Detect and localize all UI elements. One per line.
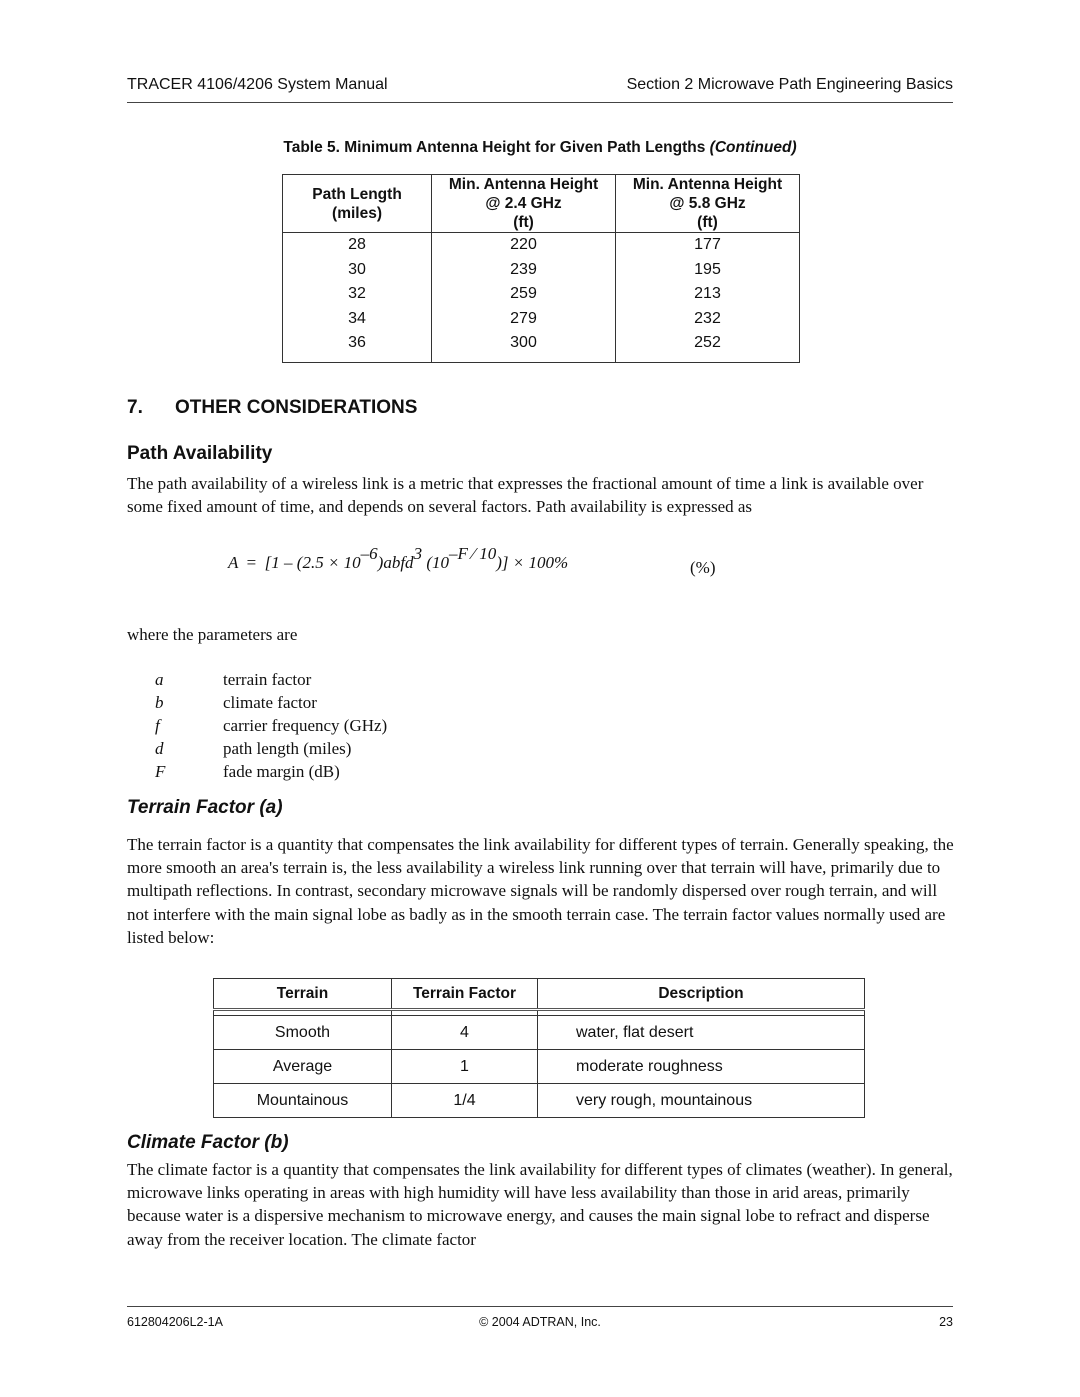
header-height-5-8ghz: Min. Antenna Height @ 5.8 GHz (ft) xyxy=(615,174,800,233)
path-availability-intro: The path availability of a wireless link… xyxy=(127,474,924,517)
parameter-symbol: a xyxy=(155,670,164,689)
header-terrain-factor: Terrain Factor xyxy=(391,978,538,1011)
cell-path-length: 32 xyxy=(281,282,433,307)
formula-equals: = xyxy=(246,553,257,572)
parameter-symbol: F xyxy=(155,762,166,781)
header-line: @ 2.4 GHz xyxy=(485,195,562,212)
cell-factor: 1 xyxy=(391,1049,538,1084)
cell-height-5-8: 177 xyxy=(615,232,800,258)
table-row: Average 1 moderate roughness xyxy=(213,1049,865,1084)
terrain-factor-body: The terrain factor is a quantity that co… xyxy=(127,835,954,947)
cell-height-2-4: 259 xyxy=(431,282,616,307)
cell-terrain: Mountainous xyxy=(213,1083,392,1118)
parameter-item: b climate factor xyxy=(155,691,387,714)
parameter-description: path length (miles) xyxy=(223,739,352,758)
cell-height-2-4: 220 xyxy=(431,232,616,258)
params-intro: where the parameters are xyxy=(127,625,298,644)
cell-description: moderate roughness xyxy=(537,1049,865,1084)
table-header-row: Terrain Terrain Factor Description xyxy=(213,978,865,1011)
parameter-item: d path length (miles) xyxy=(155,737,387,760)
formula-part1: [1 – (2.5 × 10 xyxy=(264,553,361,572)
table-row: Smooth 4 water, flat desert xyxy=(213,1015,865,1050)
cell-terrain: Average xyxy=(213,1049,392,1084)
table-row: 30 239 195 xyxy=(281,257,800,283)
parameter-description: climate factor xyxy=(223,693,317,712)
parameter-list: a terrain factor b climate factor f carr… xyxy=(155,668,387,783)
header-line: (miles) xyxy=(332,204,382,222)
path-availability-heading: Path Availability xyxy=(127,443,273,464)
page-footer: 612804206L2-1A © 2004 ADTRAN, Inc. 23 xyxy=(127,1306,953,1329)
cell-height-2-4: 279 xyxy=(431,306,616,332)
parameter-description: carrier frequency (GHz) xyxy=(223,716,388,735)
header-line: Path Length xyxy=(312,185,402,203)
antenna-height-table: Path Length (miles) Min. Antenna Height … xyxy=(281,174,800,363)
section-heading-text: OTHER CONSIDERATIONS xyxy=(175,397,418,418)
terrain-factor-table: Terrain Terrain Factor Description Smoot… xyxy=(213,978,865,1118)
cell-height-2-4: 300 xyxy=(431,331,616,363)
parameter-description: fade margin (dB) xyxy=(223,762,340,781)
formula-part4: )] × 100% xyxy=(496,553,569,572)
availability-formula: A = [1 – (2.5 × 10–6)abfd3 (10–F ⁄ 10)] … xyxy=(228,544,569,573)
header-description: Description xyxy=(537,978,865,1011)
header-line: (ft) xyxy=(513,214,534,231)
cell-path-length: 34 xyxy=(281,306,433,332)
table5-caption-continued: (Continued) xyxy=(709,139,797,156)
table-row: Mountainous 1/4 very rough, mountainous xyxy=(213,1083,865,1118)
formula-exp1: –6 xyxy=(360,544,378,563)
cell-height-2-4: 239 xyxy=(431,257,616,283)
table5-caption: Table 5. Minimum Antenna Height for Give… xyxy=(0,139,1080,157)
cell-height-5-8: 232 xyxy=(615,306,800,332)
cell-description: very rough, mountainous xyxy=(537,1083,865,1118)
table-row: 32 259 213 xyxy=(281,282,800,307)
section-title: Section 2 Microwave Path Engineering Bas… xyxy=(626,76,953,93)
header-line: Min. Antenna Height xyxy=(448,176,599,193)
parameter-symbol: f xyxy=(155,716,160,735)
formula-part2: )abfd xyxy=(377,553,414,572)
header-height-2-4ghz: Min. Antenna Height @ 2.4 GHz (ft) xyxy=(431,174,616,233)
table-row: 34 279 232 xyxy=(281,306,800,332)
cell-factor: 1/4 xyxy=(391,1083,538,1118)
cell-height-5-8: 195 xyxy=(615,257,800,283)
parameter-item: F fade margin (dB) xyxy=(155,760,387,783)
table-row: 28 220 177 xyxy=(281,232,800,258)
parameter-symbol: d xyxy=(155,739,164,758)
parameter-item: f carrier frequency (GHz) xyxy=(155,714,387,737)
cell-terrain: Smooth xyxy=(213,1015,392,1050)
header-line: Min. Antenna Height xyxy=(632,176,783,193)
header-path-length: Path Length (miles) xyxy=(281,174,433,233)
header-line: (ft) xyxy=(697,214,718,231)
header-terrain: Terrain xyxy=(213,978,392,1011)
manual-title: TRACER 4106/4206 System Manual xyxy=(127,76,388,93)
terrain-factor-heading: Terrain Factor (a) xyxy=(127,797,283,818)
section-number: 7. xyxy=(127,397,143,418)
formula-exp2: 3 xyxy=(413,544,423,563)
climate-factor-body: The climate factor is a quantity that co… xyxy=(127,1160,953,1249)
parameter-item: a terrain factor xyxy=(155,668,387,691)
cell-height-5-8: 213 xyxy=(615,282,800,307)
copyright: © 2004 ADTRAN, Inc. xyxy=(479,1315,601,1329)
table5-caption-main: Table 5. Minimum Antenna Height for Give… xyxy=(283,139,710,156)
cell-description: water, flat desert xyxy=(537,1015,865,1050)
cell-path-length: 36 xyxy=(281,331,433,363)
page-header: TRACER 4106/4206 System Manual Section 2… xyxy=(127,74,953,103)
parameter-description: terrain factor xyxy=(223,670,312,689)
formula-part3: (10 xyxy=(426,553,449,572)
formula-unit-tag: (%) xyxy=(690,558,716,577)
climate-factor-heading: Climate Factor (b) xyxy=(127,1132,289,1153)
cell-height-5-8: 252 xyxy=(615,331,800,363)
section-heading: 7. OTHER CONSIDERATIONS xyxy=(127,397,417,419)
cell-path-length: 30 xyxy=(281,257,433,283)
header-line: @ 5.8 GHz xyxy=(669,195,746,212)
table-header-row: Path Length (miles) Min. Antenna Height … xyxy=(281,174,800,233)
cell-path-length: 28 xyxy=(281,232,433,258)
parameter-symbol: b xyxy=(155,693,164,712)
table-row: 36 300 252 xyxy=(281,331,800,363)
page-number: 23 xyxy=(939,1315,953,1329)
formula-lhs: A xyxy=(228,553,239,572)
formula-exp3: –F ⁄ 10 xyxy=(448,544,497,563)
cell-factor: 4 xyxy=(391,1015,538,1050)
